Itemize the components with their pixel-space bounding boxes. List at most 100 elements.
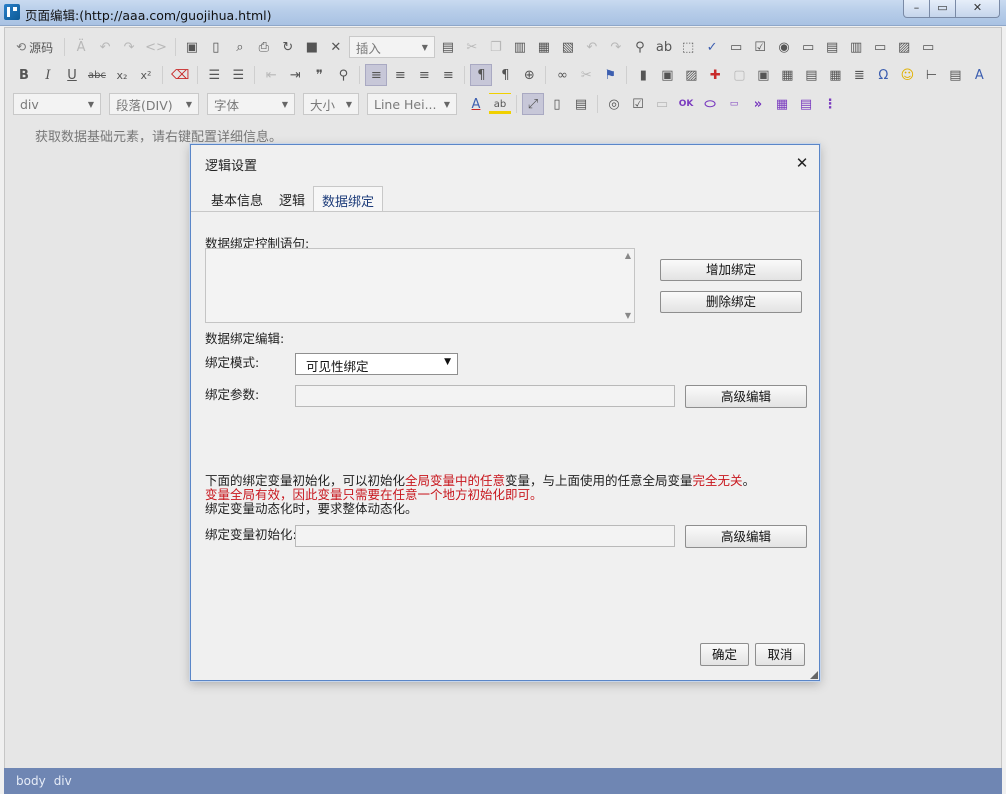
select-icon[interactable]: ⬚ xyxy=(677,36,699,58)
var-init-input[interactable] xyxy=(295,525,675,547)
maximize-button[interactable]: ▭ xyxy=(929,0,956,18)
resize-grip-icon[interactable] xyxy=(810,671,818,679)
emoji-icon[interactable]: ☺ xyxy=(896,64,918,86)
font-select[interactable]: 字体 ▼ xyxy=(207,93,295,115)
language-icon[interactable]: ⊕ xyxy=(518,64,540,86)
text-tag-icon[interactable]: ▭ xyxy=(723,93,745,115)
align-left-icon[interactable]: ≡ xyxy=(365,64,388,86)
template-icon[interactable]: ▤ xyxy=(437,36,459,58)
grid-tag-icon[interactable]: ▦ xyxy=(771,93,793,115)
undo-icon[interactable]: ↶ xyxy=(581,36,603,58)
format-select[interactable]: 段落(DIV) ▼ xyxy=(109,93,199,115)
italic-button[interactable]: I xyxy=(37,64,59,86)
paste-icon[interactable]: ▥ xyxy=(509,36,531,58)
block-select[interactable]: div ▼ xyxy=(13,93,101,115)
iframe-icon[interactable]: ▢ xyxy=(728,64,750,86)
scroll-up-icon[interactable]: ▲ xyxy=(625,251,631,260)
source-code-button[interactable]: ⟲ 源码 xyxy=(13,36,59,58)
code-icon[interactable]: <> xyxy=(142,36,170,58)
table-icon[interactable]: ▦ xyxy=(824,64,846,86)
preview-icon[interactable]: ⌕ xyxy=(229,36,251,58)
document-icon[interactable]: ▤ xyxy=(800,64,822,86)
size-select[interactable]: 大小 ▼ xyxy=(303,93,359,115)
redo-icon[interactable]: ↷ xyxy=(605,36,627,58)
textarea-icon[interactable]: ▤ xyxy=(821,36,843,58)
new-page-icon[interactable]: ▯ xyxy=(205,36,227,58)
tab-basic-info[interactable]: 基本信息 xyxy=(203,186,271,212)
delete-binding-button[interactable]: 删除绑定 xyxy=(660,291,802,313)
align-right-icon[interactable]: ≡ xyxy=(413,64,435,86)
oval-tag-icon[interactable]: ⬭ xyxy=(699,93,721,115)
save-icon[interactable]: ▣ xyxy=(181,36,203,58)
forward-tag-icon[interactable]: » xyxy=(747,93,769,115)
superscript-button[interactable]: x² xyxy=(135,64,157,86)
checklist-icon[interactable]: ☑ xyxy=(627,93,649,115)
indent-icon[interactable]: ⇥ xyxy=(284,64,306,86)
bulleted-list-icon[interactable]: ☰ xyxy=(227,64,249,86)
anchor-icon[interactable]: ⚑ xyxy=(599,64,621,86)
gallery-icon[interactable]: ▦ xyxy=(776,64,798,86)
redo-format-icon[interactable]: ↷ xyxy=(118,36,140,58)
styles-icon[interactable]: A xyxy=(968,64,990,86)
align-center-icon[interactable]: ≡ xyxy=(389,64,411,86)
blockquote-icon[interactable]: ❞ xyxy=(308,64,330,86)
tree-tag-icon[interactable]: ⋮ xyxy=(819,93,841,115)
radio-icon[interactable]: ◉ xyxy=(773,36,795,58)
plus-cross-icon[interactable]: ✚ xyxy=(704,64,726,86)
preview-eye-icon[interactable]: ◎ xyxy=(603,93,625,115)
strike-button[interactable]: abc xyxy=(85,64,109,86)
align-justify-icon[interactable]: ≡ xyxy=(437,64,459,86)
undo-format-icon[interactable]: ↶ xyxy=(94,36,116,58)
button-field-icon[interactable]: ▭ xyxy=(869,36,891,58)
special-char-icon[interactable]: Ω xyxy=(872,64,894,86)
cut-icon[interactable]: ✂ xyxy=(461,36,483,58)
checkbox-icon[interactable]: ☑ xyxy=(749,36,771,58)
insert-select[interactable]: 插入 ▼ xyxy=(348,36,435,58)
bg-color-icon[interactable]: ab xyxy=(489,93,511,115)
scroll-down-icon[interactable]: ▼ xyxy=(625,311,631,320)
select-all-icon[interactable]: Ä xyxy=(70,36,92,58)
tab-logic[interactable]: 逻辑 xyxy=(271,186,313,212)
ok-tag-icon[interactable]: OK xyxy=(675,93,697,115)
link-icon[interactable]: ∞ xyxy=(551,64,573,86)
spellcheck-icon[interactable]: ✓ xyxy=(701,36,723,58)
close-icon[interactable]: ✕ xyxy=(794,154,810,172)
list-tag-icon[interactable]: ▤ xyxy=(795,93,817,115)
font-color-icon[interactable]: A xyxy=(465,93,487,115)
maximize-icon[interactable]: ⤢ xyxy=(522,93,544,115)
div-container-icon[interactable]: ▭ xyxy=(651,93,673,115)
outdent-icon[interactable]: ⇤ xyxy=(260,64,282,86)
binding-statement-textarea[interactable]: ▲ ▼ xyxy=(205,248,635,323)
line-height-select[interactable]: Line Hei... ▼ xyxy=(367,93,457,115)
tab-data-binding[interactable]: 数据绑定 xyxy=(313,186,384,212)
page-break-icon[interactable]: ⊢ xyxy=(920,64,942,86)
chart-icon[interactable]: ▮ xyxy=(632,64,654,86)
advanced-edit-button[interactable]: 高级编辑 xyxy=(685,385,807,408)
template-insert-icon[interactable]: ▤ xyxy=(944,64,966,86)
form-icon[interactable]: ▭ xyxy=(725,36,747,58)
refresh-icon[interactable]: ↻ xyxy=(277,36,299,58)
ltr-icon[interactable]: ¶ xyxy=(470,64,493,86)
remove-icon[interactable]: ✕ xyxy=(325,36,347,58)
horizontal-rule-icon[interactable]: ≣ xyxy=(848,64,870,86)
remove-format-icon[interactable]: ⌫ xyxy=(168,64,192,86)
image-button-icon[interactable]: ▨ xyxy=(893,36,915,58)
numbered-list-icon[interactable]: ☰ xyxy=(203,64,225,86)
binding-mode-select[interactable]: 可见性绑定 ▼ xyxy=(295,353,458,375)
add-binding-button[interactable]: 增加绑定 xyxy=(660,259,802,281)
rtl-icon[interactable]: ¶ xyxy=(494,64,516,86)
path-item-body[interactable]: body xyxy=(16,774,46,788)
binding-params-input[interactable] xyxy=(295,385,675,407)
minimize-button[interactable]: – xyxy=(903,0,930,18)
bold-button[interactable]: B xyxy=(13,64,35,86)
cancel-button[interactable]: 取消 xyxy=(755,643,805,666)
hidden-field-icon[interactable]: ▭ xyxy=(917,36,939,58)
path-item-div[interactable]: div xyxy=(54,774,72,788)
underline-button[interactable]: U xyxy=(61,64,83,86)
media-icon[interactable]: ▣ xyxy=(752,64,774,86)
ok-button[interactable]: 确定 xyxy=(700,643,749,666)
about-icon[interactable]: ▤ xyxy=(570,93,592,115)
paste-text-icon[interactable]: ▦ xyxy=(533,36,555,58)
show-blocks-icon[interactable]: ▯ xyxy=(546,93,568,115)
advanced-edit-button-2[interactable]: 高级编辑 xyxy=(685,525,807,548)
